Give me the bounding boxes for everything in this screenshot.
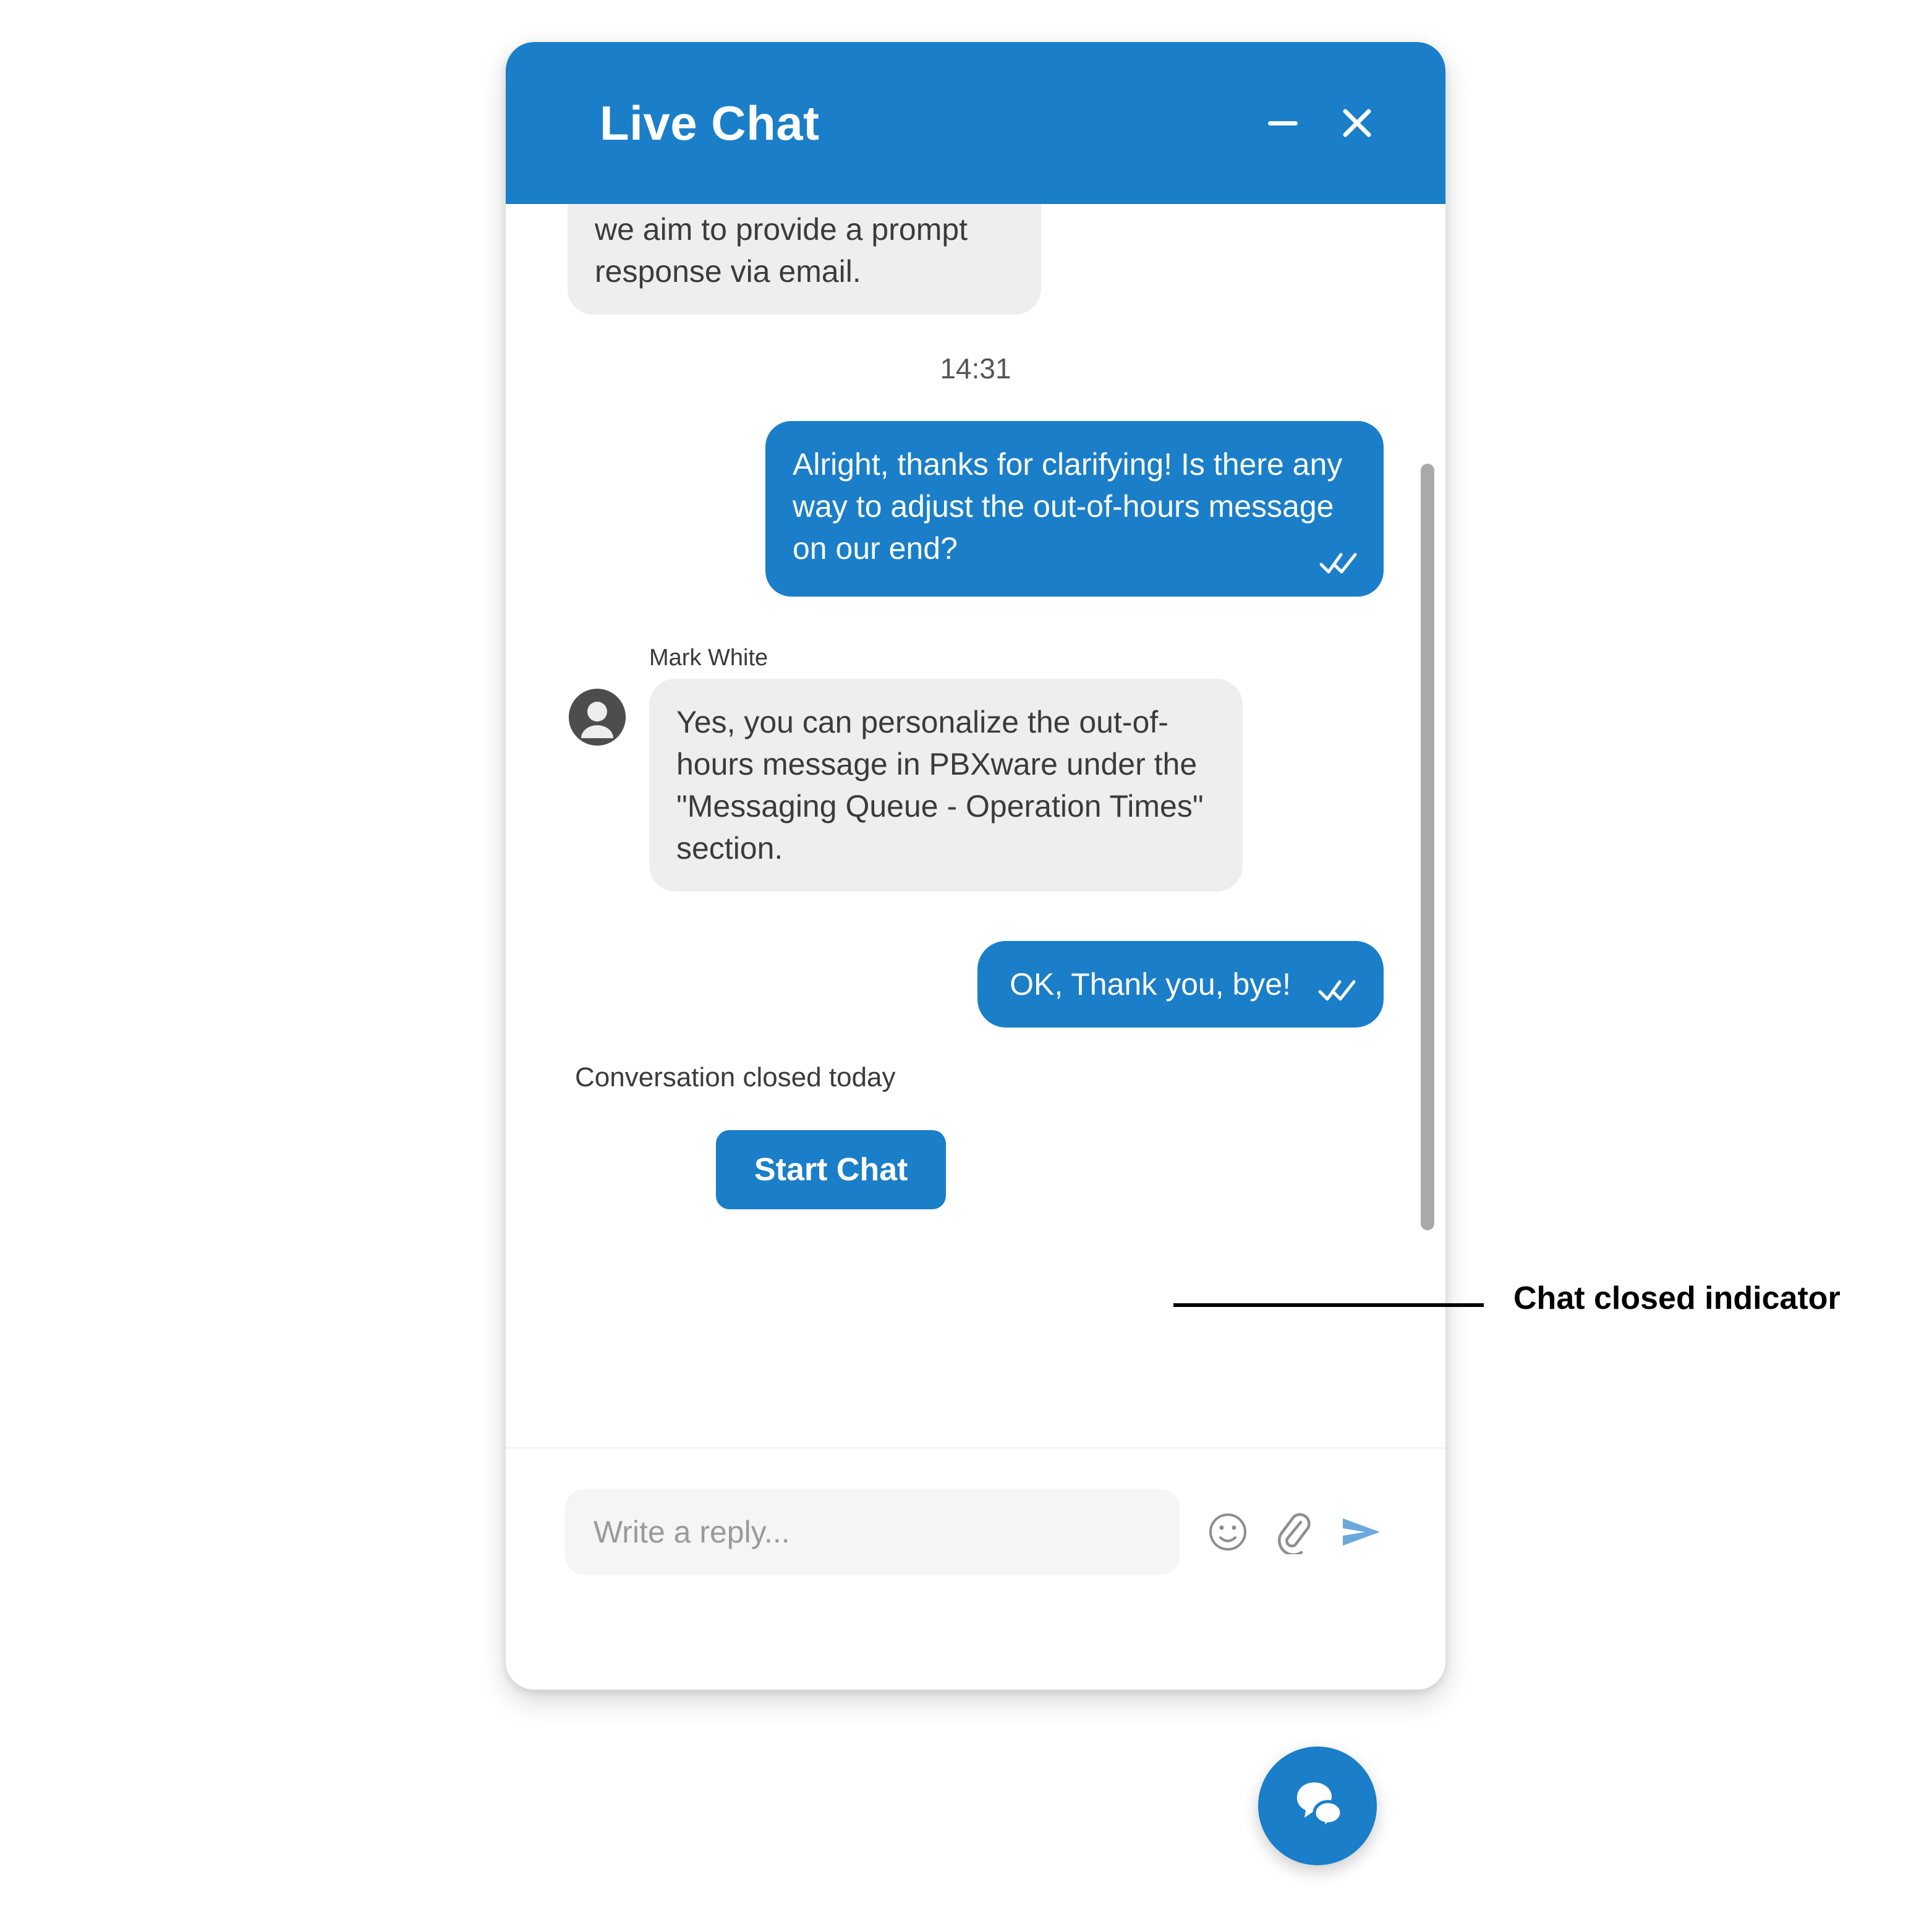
annotation-leader-line (1173, 1303, 1484, 1307)
annotation-label: Chat closed indicator (1513, 1280, 1841, 1316)
message-text: using email as an alternative contact me… (595, 204, 1014, 289)
double-check-icon (1318, 978, 1356, 1003)
message-text: OK, Thank you, bye! (1010, 967, 1291, 1002)
message-bubble-outgoing: OK, Thank you, bye! (977, 941, 1384, 1028)
message-text: Alright, thanks for clarifying! Is there… (793, 447, 1351, 566)
message-group-agent: Mark White Yes, you can personalize the … (568, 645, 1384, 892)
message-text: Yes, you can personalize the out-of-hour… (676, 705, 1212, 866)
message-list-scrollbar-thumb[interactable] (1421, 464, 1434, 1230)
composer-bar (506, 1447, 1445, 1690)
close-icon[interactable] (1330, 96, 1384, 150)
reply-input[interactable] (565, 1489, 1180, 1575)
message-bubble-outgoing: Alright, thanks for clarifying! Is there… (765, 421, 1384, 597)
chat-header: Live Chat (506, 42, 1445, 204)
message-row-outgoing: Alright, thanks for clarifying! Is there… (568, 421, 1384, 597)
minimize-icon[interactable] (1256, 96, 1309, 150)
chat-bubbles-icon (1296, 1782, 1343, 1833)
emoji-icon[interactable] (1206, 1510, 1250, 1554)
composer-actions (1180, 1489, 1386, 1575)
message-bubble-incoming: Yes, you can personalize the out-of-hour… (649, 679, 1243, 892)
paperclip-icon[interactable] (1271, 1510, 1316, 1554)
send-icon[interactable] (1337, 1507, 1386, 1557)
message-list-scrollbar-track[interactable] (1421, 204, 1434, 1447)
chat-window-title: Live Chat (600, 96, 820, 150)
start-chat-button[interactable]: Start Chat (716, 1130, 947, 1209)
message-timestamp: 14:31 (940, 352, 1011, 385)
person-avatar-icon (569, 689, 626, 746)
message-list[interactable]: using email as an alternative contact me… (506, 204, 1445, 1447)
double-check-icon (1319, 551, 1358, 576)
message-row-incoming: using email as an alternative contact me… (568, 204, 1384, 315)
message-bubble-incoming: using email as an alternative contact me… (568, 204, 1042, 315)
start-chat-container: Start Chat (716, 1130, 1384, 1209)
message-sender-name: Mark White (649, 645, 768, 671)
message-row-outgoing: OK, Thank you, bye! (568, 941, 1384, 1028)
conversation-closed-note: Conversation closed today (575, 1062, 896, 1092)
chat-launcher-button[interactable] (1258, 1747, 1377, 1865)
live-chat-widget: Live Chat using email as an alternative … (506, 42, 1445, 1690)
